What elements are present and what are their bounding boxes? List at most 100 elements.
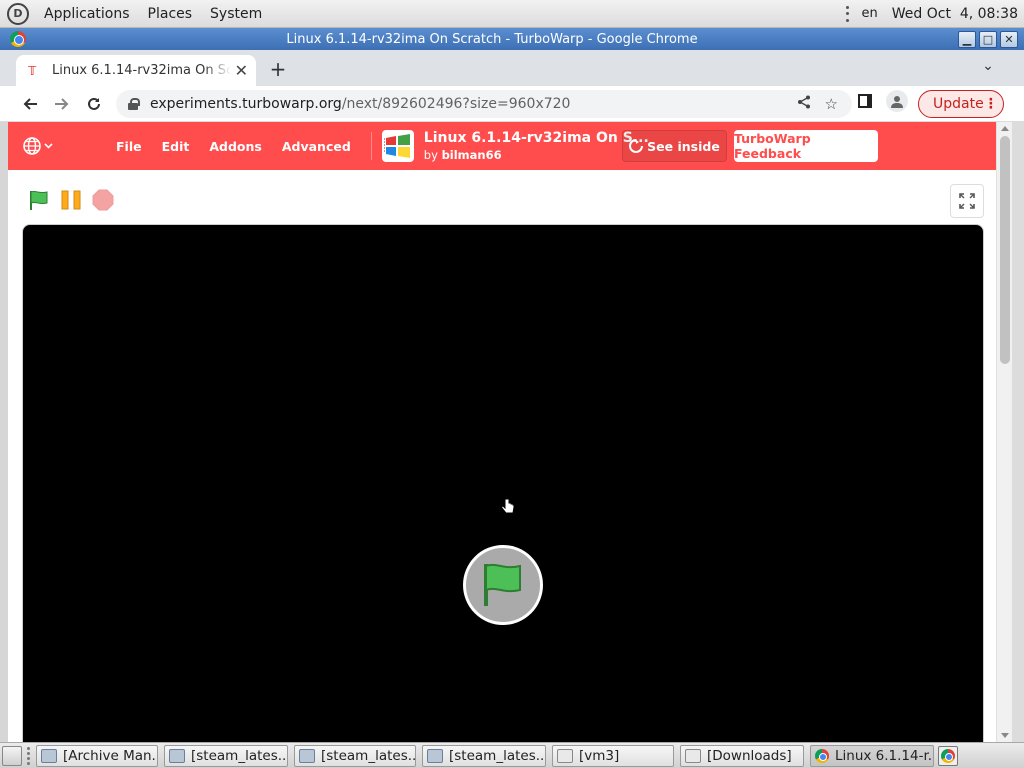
green-flag-large-icon xyxy=(484,563,521,606)
green-flag-overlay-button[interactable] xyxy=(463,545,543,625)
taskbar-item-label: [steam_lates... xyxy=(449,748,546,764)
address-bar[interactable]: experiments.turbowarp.org /next/89260249… xyxy=(116,90,852,118)
lock-icon[interactable] xyxy=(128,98,140,110)
taskbar-item-vm3[interactable]: [vm3] xyxy=(552,745,674,767)
tab-title: Linux 6.1.14-rv32ima On Scratch - TurboW… xyxy=(52,63,231,78)
update-button[interactable]: Update ⋮ xyxy=(918,90,1004,118)
project-stage[interactable] xyxy=(22,224,984,742)
stop-button[interactable] xyxy=(90,187,116,213)
stop-sign-icon xyxy=(92,189,114,211)
bottom-taskbar: [Archive Man... [steam_lates... [steam_l… xyxy=(0,742,1024,768)
archive-manager-icon xyxy=(299,749,315,763)
hand-cursor-icon xyxy=(501,498,515,514)
archive-manager-icon xyxy=(427,749,443,763)
advanced-menu[interactable]: Advanced xyxy=(272,139,361,154)
turbowarp-menubar: File Edit Addons Advanced Linux 6.1.14-r… xyxy=(8,122,996,170)
see-inside-label: See inside xyxy=(647,138,720,154)
folder-icon xyxy=(557,749,573,763)
back-button[interactable] xyxy=(16,90,44,118)
panel-menu-bar: D Applications Places System xyxy=(0,0,271,27)
taskbar-item-label: Linux 6.1.14-r... xyxy=(835,748,934,764)
minimize-button[interactable]: ▁ xyxy=(958,30,976,48)
new-tab-button[interactable]: + xyxy=(266,58,290,82)
turbowarp-favicon-icon: 𝕋 xyxy=(28,63,37,78)
pause-icon xyxy=(61,190,81,210)
see-inside-button[interactable]: See inside xyxy=(622,130,727,162)
maximize-button[interactable]: □ xyxy=(979,30,997,48)
reload-icon xyxy=(88,97,100,110)
taskbar-item-steam-2[interactable]: [steam_lates... xyxy=(294,745,416,767)
close-window-button[interactable]: ✕ xyxy=(1000,30,1018,48)
taskbar-item-label: [vm3] xyxy=(579,748,620,764)
taskbar-item-steam-1[interactable]: [steam_lates... xyxy=(164,745,288,767)
browser-tab[interactable]: 𝕋 Linux 6.1.14-rv32ima On Scratch - Turb… xyxy=(16,55,256,86)
edit-menu[interactable]: Edit xyxy=(152,139,200,154)
window-titlebar[interactable]: Linux 6.1.14-rv32ima On Scratch - TurboW… xyxy=(0,28,1024,50)
keyboard-language-indicator[interactable]: en xyxy=(862,6,878,21)
top-panel: D Applications Places System en Wed Oct … xyxy=(0,0,1024,28)
tab-search-chevron-icon[interactable]: ⌄ xyxy=(978,58,998,78)
taskbar-item-label: [steam_lates... xyxy=(321,748,416,764)
taskbar-item-chrome[interactable]: Linux 6.1.14-r... xyxy=(810,745,934,767)
chrome-icon xyxy=(815,749,829,763)
scrollbar-thumb[interactable] xyxy=(1000,136,1010,364)
addons-menu[interactable]: Addons xyxy=(199,139,272,154)
bookmark-star-icon[interactable]: ☆ xyxy=(825,95,838,113)
panel-handle-icon xyxy=(846,5,850,22)
pause-button[interactable] xyxy=(58,187,84,213)
show-desktop-button[interactable] xyxy=(2,746,22,766)
stage-controls xyxy=(8,170,996,224)
project-thumbnail xyxy=(381,130,414,162)
fullscreen-icon xyxy=(959,193,975,209)
windows-logo-icon xyxy=(383,134,410,158)
project-author-line: by bilman66 xyxy=(424,148,649,162)
page-scrollbar[interactable] xyxy=(996,122,1012,742)
panel-status-area: en Wed Oct 4, 08:38 xyxy=(846,5,1024,22)
kebab-menu-icon[interactable]: ⋮ xyxy=(984,96,998,112)
project-title[interactable]: Linux 6.1.14-rv32ima On S... xyxy=(424,130,649,146)
applications-menu[interactable]: Applications xyxy=(35,6,139,22)
distro-logo-icon[interactable]: D xyxy=(7,2,29,25)
taskbar-chrome-launcher[interactable] xyxy=(938,746,958,766)
taskbar-item-label: [Archive Man... xyxy=(63,748,158,764)
url-host: experiments.turbowarp.org xyxy=(150,96,342,112)
moon-icon xyxy=(76,138,84,154)
back-arrow-icon xyxy=(23,98,37,110)
theme-toggle-button[interactable] xyxy=(64,134,94,158)
side-panel-icon[interactable] xyxy=(858,94,872,108)
turbowarp-feedback-button[interactable]: TurboWarp Feedback xyxy=(734,130,878,162)
project-author[interactable]: bilman66 xyxy=(442,148,502,162)
profile-avatar-icon[interactable] xyxy=(886,90,908,112)
by-label: by xyxy=(423,148,438,162)
share-icon[interactable] xyxy=(797,95,811,113)
language-menu[interactable] xyxy=(16,136,60,156)
file-menu[interactable]: File xyxy=(106,139,152,154)
reload-button[interactable] xyxy=(80,90,108,118)
green-flag-icon xyxy=(30,190,48,210)
taskbar-item-label: [Downloads] xyxy=(707,748,792,764)
chrome-icon xyxy=(941,749,955,763)
forward-button[interactable] xyxy=(48,90,76,118)
clock[interactable]: Wed Oct 4, 08:38 xyxy=(892,6,1018,22)
globe-icon xyxy=(23,137,53,155)
places-menu[interactable]: Places xyxy=(139,6,202,22)
forward-arrow-icon xyxy=(55,98,69,110)
taskbar-item-downloads[interactable]: [Downloads] xyxy=(680,745,804,767)
scroll-down-arrow-icon[interactable] xyxy=(1001,733,1009,738)
remix-icon xyxy=(629,139,644,153)
taskbar-grip-icon xyxy=(27,747,31,765)
url-path: /next/892602496?size=960x720 xyxy=(341,96,571,112)
window-border xyxy=(1012,122,1024,742)
system-menu[interactable]: System xyxy=(201,6,271,22)
taskbar-item-archive-manager[interactable]: [Archive Man... xyxy=(36,745,158,767)
fullscreen-button[interactable] xyxy=(950,184,984,218)
scroll-up-arrow-icon[interactable] xyxy=(1001,126,1009,131)
folder-icon xyxy=(685,749,701,763)
green-flag-button[interactable] xyxy=(26,187,52,213)
tab-strip: 𝕋 Linux 6.1.14-rv32ima On Scratch - Turb… xyxy=(0,50,1024,86)
taskbar-item-steam-3[interactable]: [steam_lates... xyxy=(422,745,546,767)
chrome-icon xyxy=(10,31,26,47)
tab-close-icon[interactable]: ✕ xyxy=(235,61,248,80)
page-viewport: File Edit Addons Advanced Linux 6.1.14-r… xyxy=(8,122,996,742)
update-label: Update xyxy=(933,96,984,112)
